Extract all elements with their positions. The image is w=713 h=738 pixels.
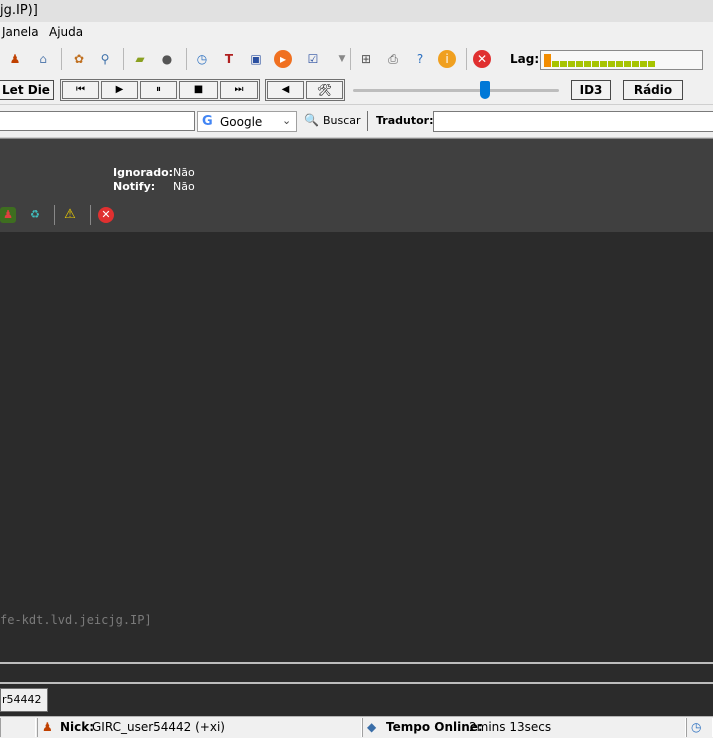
user-icon[interactable]: ● <box>158 50 176 68</box>
stop-button[interactable]: ■ <box>179 81 218 99</box>
menu-ajuda[interactable]: Ajuda <box>49 25 83 39</box>
users-group-icon[interactable]: ♟ <box>0 207 16 223</box>
lag-bar <box>600 61 607 67</box>
lag-bar <box>552 61 559 67</box>
song-title-display: Let Die <box>0 80 54 100</box>
notify-value: Não <box>173 180 195 193</box>
users-icon[interactable]: ♟ <box>6 50 24 68</box>
chevron-down-icon: ⌄ <box>282 114 292 127</box>
search-button[interactable]: Buscar <box>323 114 361 127</box>
close-icon[interactable]: ✕ <box>98 207 114 223</box>
lag-meter <box>540 50 703 70</box>
close-icon[interactable]: ✕ <box>473 50 491 68</box>
lag-label: Lag: <box>510 52 540 66</box>
lag-bar <box>640 61 647 67</box>
search-bar: G Google ⌄ 🔍 Buscar Tradutor: <box>0 105 713 138</box>
status-nick: ♟ Nick: GIRC_user54442 (+xi) <box>37 718 362 737</box>
chat-window: fe-kdt.lvd.jeicjg.IP] <box>0 232 713 662</box>
radio-button[interactable]: Rádio <box>623 80 683 100</box>
toolbar-separator <box>123 48 124 70</box>
title-bar: jg.IP)] <box>0 0 713 22</box>
network-icon[interactable]: ⊞ <box>357 50 375 68</box>
google-icon: G <box>202 114 213 129</box>
info-icon[interactable]: i <box>438 50 456 68</box>
status-section <box>0 718 36 737</box>
media-player-bar: Let Die ⏮ ▶ ⏸ ■ ⏭ ◀ 🛠 ID3 Rádio <box>0 76 713 105</box>
next-button[interactable]: ⏭ <box>220 81 258 99</box>
clock-icon: ◷ <box>691 720 702 734</box>
clock-icon[interactable]: ◷ <box>193 50 211 68</box>
nick-value: GIRC_user54442 (+xi) <box>92 720 225 734</box>
pause-button[interactable]: ⏸ <box>140 81 177 99</box>
chat-line: fe-kdt.lvd.jeicjg.IP] <box>0 613 152 627</box>
lag-bar <box>624 61 631 67</box>
play-media-icon[interactable]: ▸ <box>274 50 292 68</box>
tools-button[interactable]: 🛠 <box>306 81 343 99</box>
checklist-icon[interactable]: ☑ <box>304 50 322 68</box>
play-button[interactable]: ▶ <box>101 81 138 99</box>
status-bar: ♟ Nick: GIRC_user54442 (+xi) ◆ Tempo Onl… <box>0 716 713 738</box>
toolbar-separator <box>186 48 187 70</box>
trash-icon[interactable]: ⌂ <box>34 50 52 68</box>
search-input[interactable] <box>0 111 195 131</box>
divider <box>367 111 368 131</box>
lag-bar <box>632 61 639 67</box>
window-title: jg.IP)] <box>0 3 38 18</box>
menu-bar: Janela Ajuda <box>0 22 713 43</box>
chevron-down-icon[interactable]: ▼ <box>333 50 351 68</box>
user-info-header: Ignorado: Não Notify: Não ♟ ♻ ⚠ ✕ <box>0 138 713 233</box>
lag-bar <box>616 61 623 67</box>
translator-label: Tradutor: <box>376 114 434 127</box>
status-clock: ◷ <box>686 718 713 737</box>
engine-select[interactable]: G Google ⌄ <box>197 111 297 132</box>
volume-slider-thumb[interactable] <box>479 81 490 99</box>
palette-icon[interactable]: ✿ <box>70 50 88 68</box>
monitor-icon[interactable]: ▣ <box>247 50 265 68</box>
mute-button[interactable]: ◀ <box>267 81 304 99</box>
folder-icon[interactable]: ▰ <box>131 50 149 68</box>
ignored-label: Ignorado: <box>113 166 174 179</box>
toolbar-separator <box>350 48 351 70</box>
lag-bar <box>560 61 567 67</box>
toolbar-separator <box>61 48 62 70</box>
ignored-value: Não <box>173 166 195 179</box>
printer-icon[interactable]: ⎙ <box>384 50 402 68</box>
lag-bar <box>584 61 591 67</box>
divider <box>90 205 91 225</box>
recycle-icon[interactable]: ♻ <box>27 207 43 223</box>
notify-label: Notify: <box>113 180 156 193</box>
lag-bar <box>648 61 655 67</box>
previous-button[interactable]: ⏮ <box>62 81 99 99</box>
engine-select-label: Google <box>220 115 263 129</box>
lag-bar <box>608 61 615 67</box>
main-toolbar: ♟ ⌂ ✿ ⚲ ▰ ● ◷ T ▣ ▸ ☑ ▼ ⊞ ⎙ ? i ✕ Lag: <box>0 42 713 77</box>
divider <box>54 205 55 225</box>
volume-slider-track[interactable] <box>353 89 559 92</box>
lag-bar <box>592 61 599 67</box>
id3-button[interactable]: ID3 <box>571 80 611 100</box>
help-icon[interactable]: ? <box>411 50 429 68</box>
warning-icon[interactable]: ⚠ <box>62 207 78 223</box>
online-value: 2mins 13secs <box>469 720 552 734</box>
window-tab[interactable]: r54442 <box>0 688 48 712</box>
nick-label: Nick: <box>60 720 95 734</box>
toolbar-separator <box>466 48 467 70</box>
lag-bar <box>568 61 575 67</box>
lag-bar <box>544 54 551 67</box>
search-icon[interactable]: 🔍 <box>304 113 319 127</box>
search-tool-icon[interactable]: ⚲ <box>96 50 114 68</box>
menu-janela[interactable]: Janela <box>2 25 39 39</box>
window-switchbar: r54442 <box>0 684 713 716</box>
cube-icon: ◆ <box>367 720 377 734</box>
translator-input[interactable] <box>433 111 713 132</box>
text-tool-icon[interactable]: T <box>220 50 238 68</box>
message-input[interactable] <box>0 662 713 684</box>
lag-bar <box>576 61 583 67</box>
status-online-time: ◆ Tempo Online: 2mins 13secs <box>362 718 686 737</box>
users-icon: ♟ <box>42 720 53 734</box>
